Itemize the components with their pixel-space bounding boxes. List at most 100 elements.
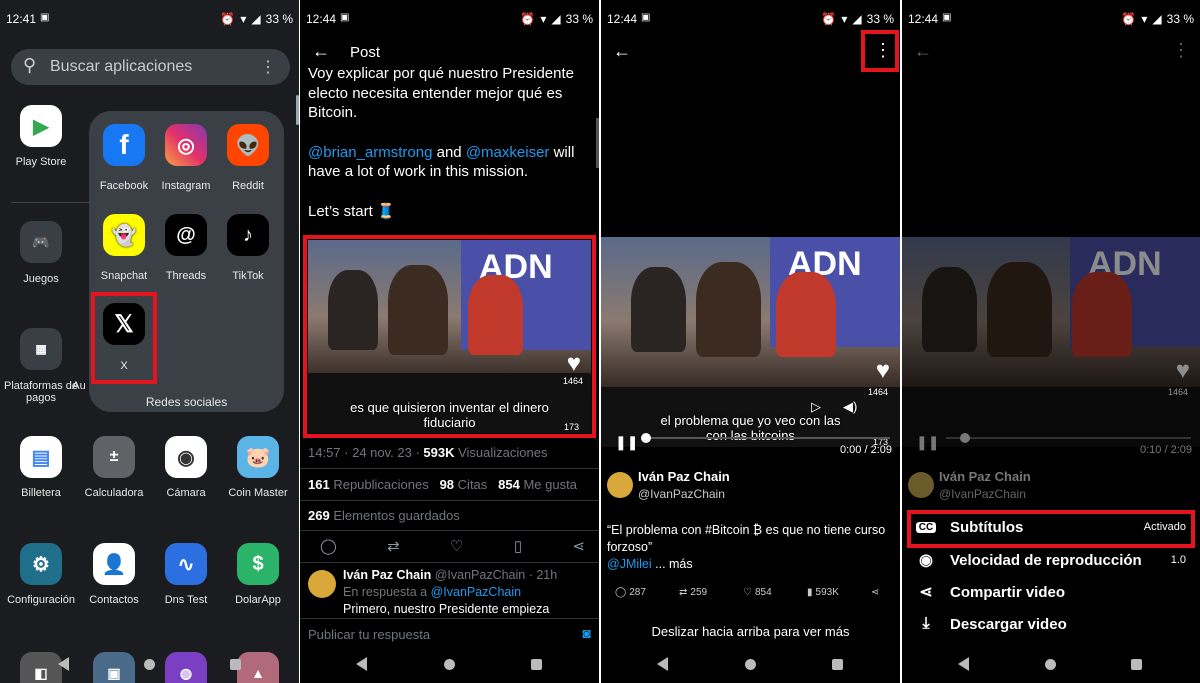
tiktok-icon[interactable]: ♪ <box>227 214 269 256</box>
app-label-coin-master: Coin Master <box>228 487 288 499</box>
like-icon: ♡ <box>743 587 752 598</box>
battery-level: 33 % <box>1166 12 1194 26</box>
camera-icon[interactable]: ◙ <box>583 625 591 641</box>
progress-knob <box>960 433 970 443</box>
more-options-icon[interactable]: ⋮ <box>1172 40 1190 61</box>
share-icon: ⋖ <box>919 584 933 601</box>
home-icon[interactable] <box>144 659 155 670</box>
back-icon[interactable] <box>657 657 668 671</box>
coin-master-icon[interactable]: 🐷 <box>237 436 279 478</box>
snapchat-icon[interactable]: 👻 <box>103 214 145 256</box>
reply-tweet[interactable]: Iván Paz Chain @IvanPazChain · 21h En re… <box>343 567 595 618</box>
facebook-icon[interactable]: f <box>103 124 145 166</box>
back-arrow-icon[interactable]: ← <box>914 41 932 62</box>
repost-icon[interactable]: ⇄ <box>387 537 400 555</box>
share-icon[interactable]: ⋖ <box>871 587 879 598</box>
post-meta: 14:57 · 24 nov. 23 · 593K Visualizacione… <box>308 445 548 460</box>
app-label-play-store: Play Store <box>15 156 67 168</box>
progress-knob[interactable] <box>641 433 651 443</box>
post-body: Voy explicar por qué nuestro Presidente … <box>308 64 593 221</box>
app-search-bar[interactable]: ⚲ Buscar aplicaciones ⋮ <box>11 49 290 85</box>
menu-item-playback-speed[interactable]: ◉ Velocidad de reproducción 1.0 <box>916 545 1186 575</box>
folder-title: Redes sociales <box>145 395 228 409</box>
repost-icon: ⇄ <box>679 587 688 598</box>
reply-input[interactable]: Publicar tu respuesta ◙ <box>300 618 599 648</box>
author-name[interactable]: Iván Paz Chain <box>638 469 730 484</box>
instagram-icon[interactable]: ◎ <box>165 124 207 166</box>
highlight-more-options <box>861 30 899 72</box>
volume-icon[interactable]: ◀) <box>843 399 857 415</box>
calculator-icon[interactable]: ± <box>93 436 135 478</box>
status-bar: 12:41 ▣ ⏰ ▾ ◢ 33 % <box>0 0 299 36</box>
replies-count[interactable]: ◯ 287 <box>615 587 646 598</box>
payments-folder-icon[interactable]: ▦ <box>20 328 62 370</box>
header-title: Post <box>350 44 381 61</box>
author-handle[interactable]: @IvanPazChain <box>638 487 725 501</box>
more-options-icon[interactable]: ⋮ <box>260 57 276 77</box>
notification-icon: ▣ <box>340 12 350 23</box>
home-icon[interactable] <box>444 659 455 670</box>
reply-icon[interactable]: ◯ <box>320 537 337 555</box>
settings-icon[interactable]: ⚙ <box>20 543 62 585</box>
contacts-icon[interactable]: 👤 <box>93 543 135 585</box>
mention-link[interactable]: @brian_armstrong <box>308 144 432 161</box>
home-icon[interactable] <box>1045 659 1056 670</box>
saved-stats: 269 Elementos guardados <box>308 508 460 523</box>
social-folder-popup: f Facebook ◎ Instagram 👽 Reddit 👻 Snapch… <box>89 111 284 412</box>
menu-item-share-video[interactable]: ⋖ Compartir video <box>916 577 1186 607</box>
video-player[interactable]: ADN el problema que yo veo con las con l… <box>601 237 900 447</box>
menu-item-download-video[interactable]: ⤓ Descargar video <box>916 609 1186 639</box>
status-time: 12:44 <box>306 12 337 26</box>
likes-count[interactable]: ♡ 854 <box>743 587 772 598</box>
play-circle-icon: ◉ <box>919 552 933 569</box>
play-icon[interactable]: ▷ <box>811 399 821 415</box>
bookmark-icon[interactable]: ▯ <box>514 537 522 555</box>
tweet-text: “El problema con #Bitcoin ₿ es que no ti… <box>607 523 886 571</box>
reddit-icon[interactable]: 👽 <box>227 124 269 166</box>
progress-bar[interactable] <box>641 433 890 443</box>
recents-icon[interactable] <box>832 659 843 670</box>
video-player-screen: 12:44 ▣ ⏰ ▾ ◢ 33 % ← ⋮ ADN el problema que … <box>601 0 900 683</box>
back-icon[interactable] <box>356 657 367 671</box>
recents-icon[interactable] <box>230 659 241 670</box>
highlight-subtitles <box>907 510 1195 548</box>
threads-icon[interactable]: @ <box>165 214 207 256</box>
video-options-screen: 12:44 ▣ ⏰ ▾ ◢ 33 % ← ⋮ ADN ♥ 1464 ❚❚ 0:10 /… <box>902 0 1200 683</box>
games-folder-icon[interactable]: 🎮 <box>20 221 62 263</box>
post-detail-screen: 12:44 ▣ ⏰ ▾ ◢ 33 % ← Post Voy explicar por … <box>300 0 599 683</box>
scroll-indicator <box>296 95 299 125</box>
author-name: Iván Paz Chain <box>939 469 1031 484</box>
app-label-tiktok: TikTok <box>232 270 264 282</box>
heart-icon[interactable]: ♥ <box>876 357 890 385</box>
recents-icon[interactable] <box>1131 659 1142 670</box>
signal-icon: ◢ <box>551 12 561 26</box>
post-text-line: Bitcoin. <box>308 104 358 121</box>
like-icon[interactable]: ♡ <box>450 537 463 555</box>
avatar[interactable] <box>308 570 336 598</box>
recents-icon[interactable] <box>531 659 542 670</box>
wallet-icon[interactable]: ▤ <box>20 436 62 478</box>
dolarapp-icon[interactable]: $ <box>237 543 279 585</box>
views-count[interactable]: ▮ 593K <box>807 587 839 598</box>
share-icon[interactable]: ⋖ <box>572 537 585 555</box>
divider <box>11 202 91 203</box>
battery-level: 33 % <box>565 12 593 26</box>
back-icon[interactable] <box>58 657 69 671</box>
back-icon[interactable] <box>958 657 969 671</box>
video-player-dimmed: ADN ♥ 1464 <box>902 237 1200 447</box>
mention-link[interactable]: @JMilei <box>607 557 652 571</box>
back-arrow-icon[interactable]: ← <box>613 41 631 62</box>
reposts-count[interactable]: ⇄ 259 <box>679 587 707 598</box>
play-store-icon[interactable]: ▶ <box>20 105 62 147</box>
progress-bar <box>946 433 1191 443</box>
avatar[interactable] <box>607 472 633 498</box>
camera-icon[interactable]: ◉ <box>165 436 207 478</box>
status-time: 12:41 <box>6 12 37 26</box>
back-arrow-icon[interactable]: ← <box>312 41 330 62</box>
dns-test-icon[interactable]: ∿ <box>165 543 207 585</box>
mention-link[interactable]: @maxkeiser <box>466 144 550 161</box>
home-icon[interactable] <box>745 659 756 670</box>
pause-icon[interactable]: ❚❚ <box>615 434 638 451</box>
post-text-line: have a lot of work in this mission. <box>308 163 529 180</box>
video-likes: 1464 <box>867 387 888 397</box>
